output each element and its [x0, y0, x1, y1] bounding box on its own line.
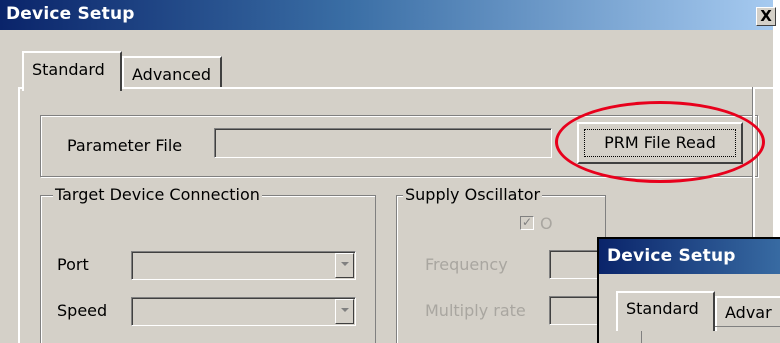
overlay-title-bar[interactable]: Device Setup: [599, 239, 780, 274]
close-icon: X: [760, 7, 772, 25]
port-combobox[interactable]: [131, 251, 356, 280]
chevron-down-icon[interactable]: [335, 299, 354, 324]
overlay-tab-standard-label: Standard: [626, 299, 699, 318]
speed-label: Speed: [57, 301, 108, 320]
title-bar[interactable]: Device Setup: [0, 0, 773, 30]
supply-oscillator-label: Supply Oscillator: [403, 185, 543, 204]
prm-file-read-button[interactable]: PRM File Read: [577, 122, 743, 164]
target-device-connection-label: Target Device Connection: [53, 185, 262, 204]
window-title: Device Setup: [6, 4, 135, 24]
parameter-file-input[interactable]: [214, 128, 552, 158]
tab-advanced-label: Advanced: [132, 65, 212, 84]
oscillator-checkbox-label: O: [540, 214, 553, 233]
tab-standard-label: Standard: [32, 60, 105, 79]
overlay-window-title: Device Setup: [607, 246, 736, 266]
multiply-rate-label: Multiply rate: [425, 301, 526, 320]
oscillator-checkbox[interactable]: ✓: [520, 216, 534, 230]
tab-advanced[interactable]: Advanced: [122, 56, 222, 87]
speed-combobox[interactable]: [131, 297, 356, 326]
prm-file-read-label: PRM File Read: [584, 129, 736, 157]
frequency-label: Frequency: [425, 255, 508, 274]
tab-standard[interactable]: Standard: [22, 51, 122, 91]
overlay-tab-standard[interactable]: Standard: [616, 291, 715, 331]
overlay-tab-advanced-label: Advar: [725, 303, 772, 322]
close-button[interactable]: X: [756, 7, 776, 26]
chevron-down-icon[interactable]: [335, 253, 354, 278]
parameter-file-label: Parameter File: [67, 136, 183, 155]
port-label: Port: [57, 255, 89, 274]
device-setup-overlay-window: Device Setup Standard Advar: [597, 237, 780, 343]
